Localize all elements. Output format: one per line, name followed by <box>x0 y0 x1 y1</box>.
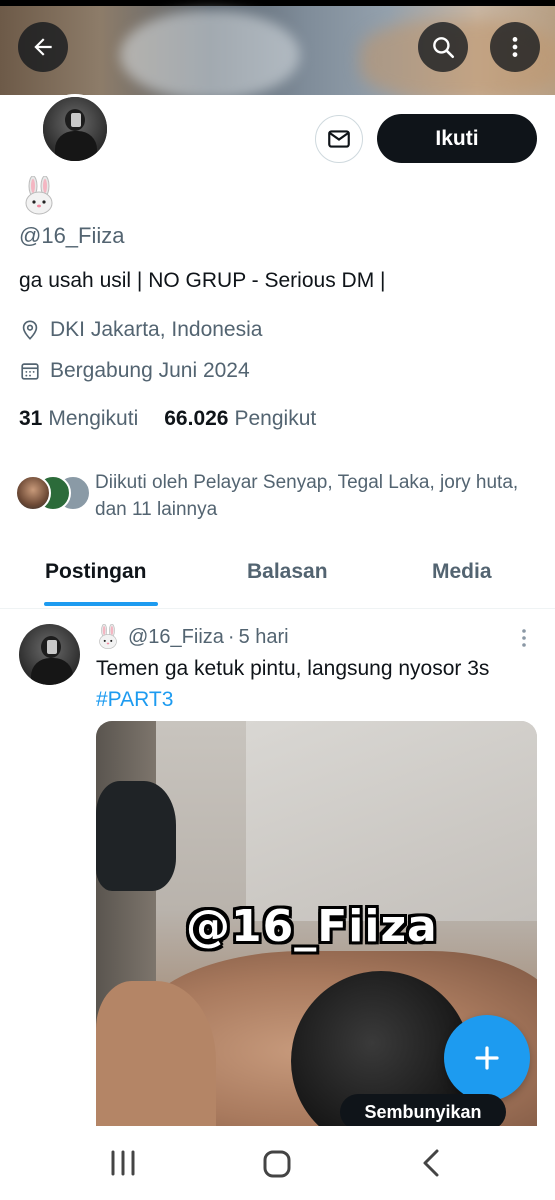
system-navigation-bar <box>0 1126 555 1200</box>
tab-replies[interactable]: Balasan <box>247 560 328 584</box>
post-time[interactable]: 5 hari <box>239 626 289 649</box>
plus-icon <box>475 1046 499 1070</box>
joined-text: Bergabung Juni 2024 <box>50 359 250 382</box>
profile-tabs: Postingan Balasan Media <box>0 540 555 609</box>
more-vertical-icon <box>512 37 518 57</box>
media-watermark: @16_Fiiza <box>186 901 438 952</box>
back-nav-icon[interactable] <box>420 1148 442 1178</box>
active-tab-indicator <box>44 602 158 606</box>
followers-count: 66.026 <box>164 407 229 430</box>
followers-link[interactable]: 66.026 Pengikut <box>164 407 316 431</box>
tab-posts[interactable]: Postingan <box>45 560 147 584</box>
calendar-icon <box>21 363 39 380</box>
post-hashtag[interactable]: #PART3 <box>96 688 173 711</box>
more-vertical-icon[interactable] <box>514 627 534 649</box>
following-link[interactable]: 31 Mengikuti <box>19 407 138 431</box>
followed-by-text[interactable]: Diikuti oleh Pelayar Senyap, Tegal Laka,… <box>95 469 525 523</box>
back-button[interactable] <box>18 22 68 72</box>
rabbit-face-emoji-icon <box>25 176 53 215</box>
following-count: 31 <box>19 407 43 430</box>
follow-button[interactable]: Ikuti <box>377 114 537 163</box>
post-text: Temen ga ketuk pintu, langsung nyosor 3s… <box>96 653 536 715</box>
message-button[interactable] <box>315 115 363 163</box>
profile-banner[interactable] <box>0 0 555 95</box>
avatar[interactable] <box>19 624 80 685</box>
profile-handle: @16_Fiiza <box>19 223 125 248</box>
mail-icon <box>328 130 350 148</box>
rabbit-face-emoji-icon <box>99 624 117 650</box>
location-pin-icon <box>22 320 38 340</box>
hide-button[interactable]: Sembunyikan <box>340 1094 506 1130</box>
arrow-left-icon <box>34 38 52 56</box>
avatar <box>15 475 51 511</box>
more-options-button[interactable] <box>490 22 540 72</box>
compose-button[interactable] <box>444 1015 530 1101</box>
profile-location: DKI Jakarta, Indonesia <box>19 318 262 342</box>
followers-label: Pengikut <box>234 407 317 430</box>
follow-stats: 31 Mengikuti 66.026 Pengikut <box>19 407 342 431</box>
search-button[interactable] <box>418 22 468 72</box>
status-bar <box>0 0 555 6</box>
tab-media[interactable]: Media <box>432 560 492 584</box>
post-separator: · <box>227 625 235 648</box>
profile-bio: ga usah usil | NO GRUP - Serious DM | <box>19 269 386 292</box>
recent-apps-icon[interactable] <box>108 1150 138 1176</box>
profile-avatar[interactable] <box>40 94 110 164</box>
post-header: @16_Fiiza · 5 hari <box>96 624 289 650</box>
banner-image-region <box>120 10 300 95</box>
post-handle[interactable]: @16_Fiiza <box>128 626 224 649</box>
following-label: Mengikuti <box>48 407 139 430</box>
search-icon <box>433 37 455 59</box>
location-text: DKI Jakarta, Indonesia <box>50 318 263 341</box>
followed-by-avatars[interactable] <box>15 475 95 515</box>
home-icon[interactable] <box>263 1150 291 1178</box>
profile-joined-date: Bergabung Juni 2024 <box>19 359 250 383</box>
post-body: Temen ga ketuk pintu, langsung nyosor 3s <box>96 657 490 680</box>
